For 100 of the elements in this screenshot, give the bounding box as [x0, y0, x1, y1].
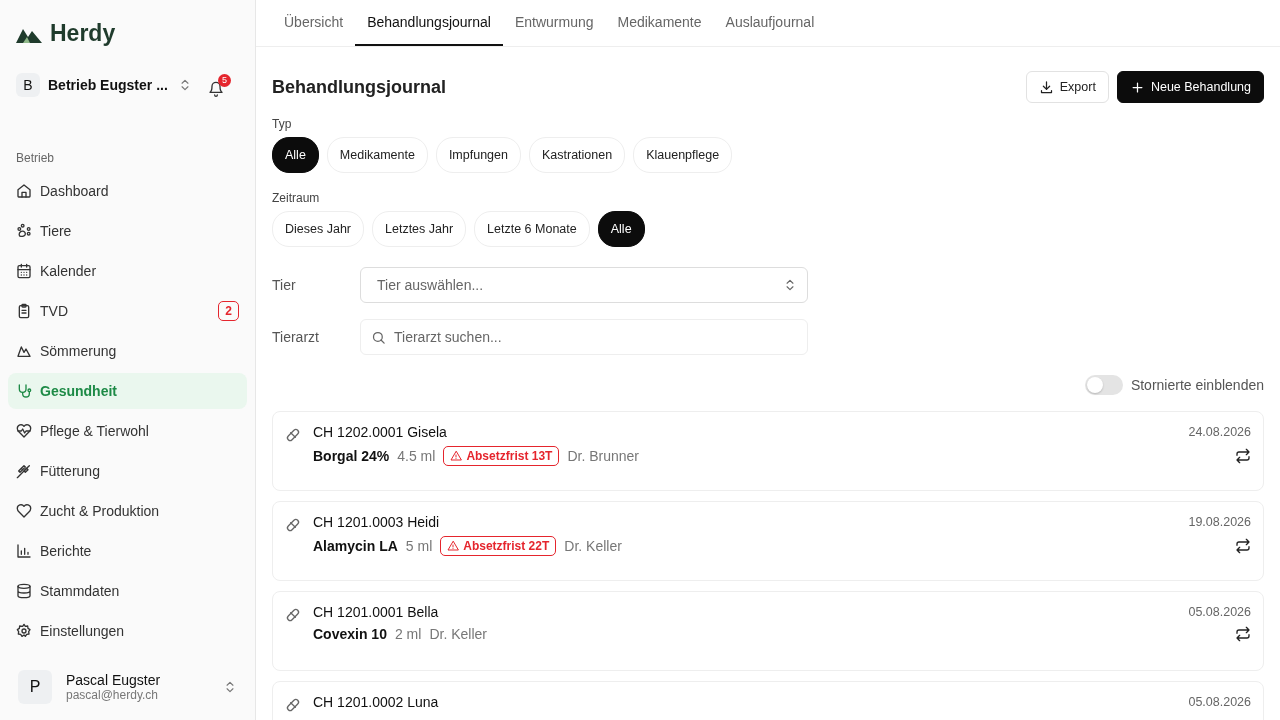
dose: 2 ml [394, 626, 422, 642]
toggle-switch[interactable] [1084, 375, 1123, 395]
sidebar-item[interactable]: Tiere [8, 213, 247, 249]
notifications-button[interactable]: 5 [208, 73, 231, 97]
filter-chip[interactable]: Klauenpflege [633, 137, 733, 173]
treatment-date: 19.08.2026 [1188, 515, 1251, 529]
withdrawal-badge: Absetzfrist 22T [440, 536, 557, 556]
brand-name: Herdy [50, 20, 116, 47]
drug-name: Covexin 10 [313, 626, 387, 642]
plus-icon [1129, 79, 1145, 95]
filter-label: Typ [272, 117, 293, 131]
farm-avatar: B [16, 73, 40, 97]
filter-chip[interactable]: Medikamente [326, 137, 428, 173]
treatment-card[interactable]: CH 1201.0002 Luna 05.08.2026 [272, 681, 1264, 720]
sidebar-item[interactable]: Pflege & Tierwohl [8, 413, 247, 449]
pill-icon [285, 517, 301, 533]
wheat-icon [16, 463, 32, 479]
home-icon [16, 183, 32, 199]
user-avatar: P [18, 670, 52, 704]
user-name: Pascal Eugster [66, 672, 162, 688]
toggle-label: Stornierte einblenden [1130, 377, 1264, 393]
user-email: pascal@herdy.ch [66, 688, 159, 702]
animal-select[interactable]: Tier auswählen... [360, 267, 808, 303]
stethoscope-icon [16, 383, 32, 399]
filter-label: Zeitraum [272, 191, 321, 205]
tab[interactable]: Behandlungsjournal [355, 0, 503, 46]
treatment-card[interactable]: CH 1202.0001 Gisela 24.08.2026 Borgal 24% 4.5 ml Absetzfrist 13T Dr. Brunner [272, 411, 1264, 491]
drug-name: Alamycin LA [313, 538, 398, 554]
animal-name: CH 1201.0003 Heidi [313, 514, 441, 530]
vet-search-field[interactable]: Tierarzt suchen... [360, 319, 808, 355]
repeat-icon [1235, 448, 1251, 464]
page-title: Behandlungsjournal [272, 76, 447, 98]
filter-chip[interactable]: Letztes Jahr [372, 211, 467, 247]
filter-chip[interactable]: Letzte 6 Monate [474, 211, 590, 247]
sidebar-item[interactable]: Einstellungen [8, 613, 247, 649]
tab[interactable]: Medikamente [605, 0, 714, 46]
clipboard-icon [16, 303, 32, 319]
warning-icon [447, 540, 460, 552]
search-icon [371, 329, 386, 345]
heart-pulse-icon [16, 423, 32, 439]
sidebar-item[interactable]: Dashboard [8, 173, 247, 209]
vet-name: Dr. Brunner [567, 448, 639, 464]
drug-name: Borgal 24% [313, 448, 390, 464]
field-label: Tier [272, 277, 297, 293]
database-icon [16, 583, 32, 599]
filter-chip[interactable]: Impfungen [435, 137, 521, 173]
notification-count: 5 [218, 73, 231, 87]
sidebar-item[interactable]: Gesundheit [8, 373, 247, 409]
sidebar-item[interactable]: TVD 2 [8, 293, 247, 329]
dose: 4.5 ml [397, 448, 436, 464]
sidebar-item[interactable]: Berichte [8, 533, 247, 569]
treatment-date: 24.08.2026 [1188, 425, 1251, 439]
animal-name: CH 1201.0001 Bella [313, 604, 440, 620]
vet-name: Dr. Keller [564, 538, 622, 554]
new-treatment-button[interactable]: Neue Behandlung [1116, 71, 1264, 103]
bell-icon [208, 80, 224, 97]
repeat-button[interactable] [1235, 448, 1251, 464]
repeat-icon [1235, 626, 1251, 642]
repeat-icon [1235, 538, 1251, 554]
farm-name: Betrieb Eugster ... [48, 77, 169, 93]
sidebar-item[interactable]: Fütterung [8, 453, 247, 489]
farm-switcher[interactable]: B Betrieb Eugster ... 5 [8, 67, 239, 103]
treatment-card[interactable]: CH 1201.0001 Bella 05.08.2026 Covexin 10 2 ml Dr. Keller [272, 591, 1264, 671]
filter-chip[interactable]: Kastrationen [528, 137, 626, 173]
repeat-button[interactable] [1235, 538, 1251, 554]
field-label: Tierarzt [272, 329, 320, 345]
heart-icon [16, 503, 32, 519]
export-button[interactable]: Export [1025, 71, 1109, 103]
mountain-icon [16, 343, 32, 359]
sidebar-item[interactable]: Stammdaten [8, 573, 247, 609]
pill-icon [285, 427, 301, 443]
user-menu[interactable]: P Pascal Eugster pascal@herdy.ch [8, 664, 247, 710]
count-badge: 2 [218, 301, 239, 321]
bar-chart-icon [16, 543, 32, 559]
sidebar-item[interactable]: Kalender [8, 253, 247, 289]
filter-chip[interactable]: Alle [597, 211, 645, 247]
pill-icon [285, 607, 301, 623]
tab[interactable]: Auslaufjournal [713, 0, 827, 46]
sidebar-item[interactable]: Sömmerung [8, 333, 247, 369]
repeat-button[interactable] [1235, 626, 1251, 642]
animal-name: CH 1202.0001 Gisela [313, 424, 448, 440]
download-icon [1038, 79, 1054, 95]
calendar-icon [16, 263, 32, 279]
animal-name: CH 1201.0002 Luna [313, 694, 440, 710]
sidebar-item[interactable]: Zucht & Produktion [8, 493, 247, 529]
treatment-card[interactable]: CH 1201.0003 Heidi 19.08.2026 Alamycin LA 5 ml Absetzfrist 22T Dr. Keller [272, 501, 1264, 581]
treatment-date: 05.08.2026 [1188, 695, 1251, 709]
treatment-date: 05.08.2026 [1188, 605, 1251, 619]
dose: 5 ml [405, 538, 433, 554]
pill-icon [285, 697, 301, 713]
tab[interactable]: Übersicht [272, 0, 356, 46]
tab[interactable]: Entwurmung [502, 0, 606, 46]
section-label: Betrieb [15, 150, 56, 167]
filter-chip[interactable]: Dieses Jahr [272, 211, 364, 247]
filter-chip[interactable]: Alle [272, 137, 319, 173]
paw-icon [16, 223, 32, 239]
warning-icon [450, 450, 463, 462]
vet-name: Dr. Keller [429, 626, 487, 642]
withdrawal-badge: Absetzfrist 13T [443, 446, 560, 466]
settings-icon [16, 623, 32, 639]
